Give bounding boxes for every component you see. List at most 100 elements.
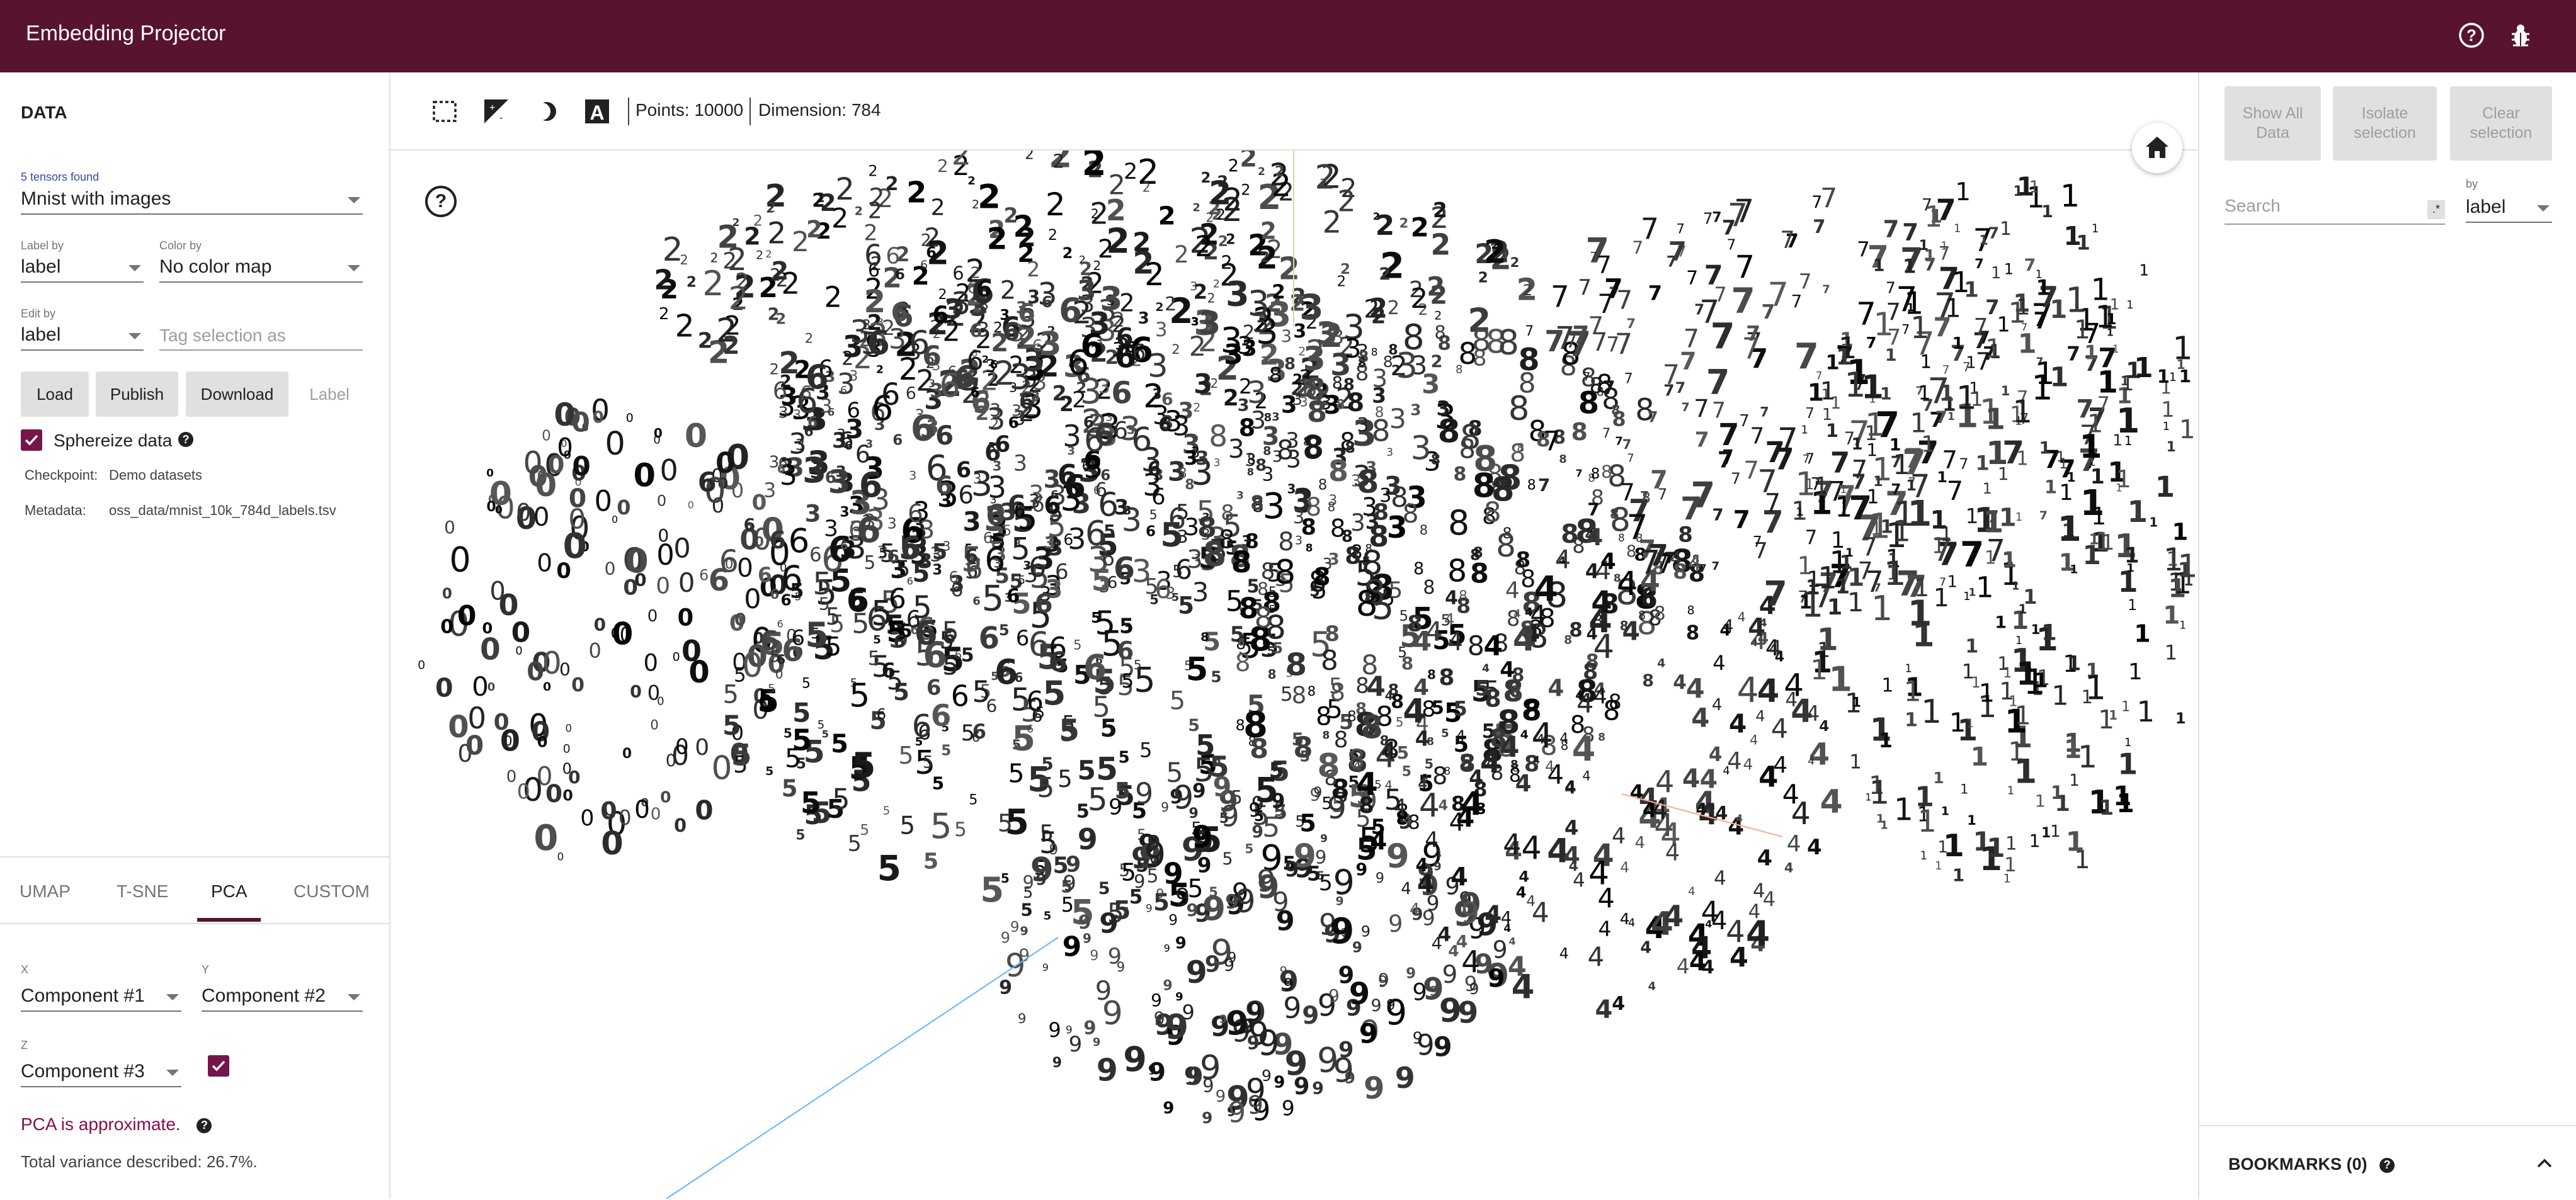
digit-point[interactable]: 1 (1873, 256, 1885, 276)
digit-point[interactable]: 7 (1706, 363, 1730, 402)
bug-report-icon[interactable] (2504, 19, 2537, 52)
brightness-icon[interactable] (533, 98, 561, 125)
digit-point[interactable]: 4 (1548, 674, 1564, 701)
digit-point[interactable]: 4 (1582, 769, 1590, 784)
digit-point[interactable]: 5 (998, 809, 1013, 837)
digit-point[interactable]: 4 (1456, 727, 1466, 746)
help-icon[interactable]: ? (178, 432, 193, 447)
digit-point[interactable]: 5 (1280, 683, 1293, 706)
digit-point[interactable]: 0 (674, 815, 687, 836)
digit-point[interactable]: 3 (1263, 486, 1285, 527)
digit-point[interactable]: 8 (1305, 373, 1326, 407)
digit-point[interactable]: 3 (1389, 404, 1406, 435)
digit-point[interactable]: 5 (980, 870, 1004, 910)
digit-point[interactable]: 7 (1543, 426, 1560, 457)
digit-point[interactable]: 2 (1201, 170, 1211, 186)
digit-point[interactable]: 1 (1845, 546, 1854, 560)
digit-point[interactable]: 9 (1386, 837, 1410, 876)
show-all-data-button[interactable]: Show All Data (2225, 86, 2321, 161)
digit-point[interactable]: 6 (1018, 299, 1035, 328)
digit-point[interactable]: 7 (1733, 506, 1750, 534)
digit-point[interactable]: 5 (1178, 592, 1194, 619)
digit-point[interactable]: 3 (1138, 309, 1149, 328)
digit-point[interactable]: 9 (1164, 942, 1170, 954)
digit-point[interactable]: 9 (1161, 800, 1169, 815)
digit-point[interactable]: 0 (594, 614, 606, 635)
digit-point[interactable]: 6 (935, 420, 954, 451)
digit-point[interactable]: 0 (563, 526, 587, 566)
digit-point[interactable]: 1 (1941, 240, 1947, 253)
digit-point[interactable]: 2 (1379, 264, 1391, 284)
digit-point[interactable]: 7 (1680, 490, 1702, 527)
digit-point[interactable]: 0 (489, 577, 505, 606)
digit-point[interactable]: 8 (1611, 402, 1621, 417)
digit-point[interactable]: 0 (523, 445, 543, 481)
digit-point[interactable]: 7 (1624, 371, 1633, 387)
digit-point[interactable]: 4 (1738, 609, 1746, 625)
digit-point[interactable]: 2 (1171, 342, 1180, 357)
digit-point[interactable]: 4 (1444, 611, 1455, 630)
digit-point[interactable]: 3 (1199, 305, 1221, 342)
digit-point[interactable]: 8 (1601, 461, 1612, 482)
digit-point[interactable]: 2 (663, 231, 683, 269)
digit-point[interactable]: 0 (623, 575, 638, 601)
digit-point[interactable]: 7 (1764, 574, 1787, 613)
digit-point[interactable]: 2 (1226, 232, 1235, 247)
digit-point[interactable]: 1 (1941, 804, 1949, 818)
digit-point[interactable]: 9 (1163, 978, 1172, 994)
digit-point[interactable]: 1 (1935, 859, 1942, 873)
digit-point[interactable]: 7 (1805, 526, 1818, 549)
digit-point[interactable]: 5 (1095, 604, 1115, 642)
digit-point[interactable]: 1 (2016, 448, 2029, 470)
digit-point[interactable]: 1 (2016, 295, 2030, 320)
digit-point[interactable]: 6 (840, 384, 847, 397)
digit-point[interactable]: 1 (1995, 613, 2007, 633)
digit-point[interactable]: 1 (1818, 561, 1837, 596)
digit-point[interactable]: 5 (923, 753, 933, 773)
digit-point[interactable]: 0 (681, 634, 702, 668)
digit-point[interactable]: 1 (1960, 781, 1968, 796)
digit-point[interactable]: 5 (1059, 713, 1080, 748)
digit-point[interactable]: 8 (1356, 583, 1378, 623)
digit-point[interactable]: 4 (1447, 628, 1463, 657)
digit-point[interactable]: 1 (1852, 435, 1863, 454)
digit-point[interactable]: 6 (1064, 468, 1086, 505)
digit-point[interactable]: 4 (1748, 614, 1765, 643)
digit-point[interactable]: 3 (1331, 326, 1344, 349)
digit-point[interactable]: 1 (1844, 365, 1866, 405)
digit-point[interactable]: 1 (2112, 431, 2123, 449)
digit-point[interactable]: 2 (1046, 186, 1066, 223)
digit-point[interactable]: 1 (2085, 669, 2106, 707)
digit-point[interactable]: 2 (1216, 206, 1226, 224)
digit-point[interactable]: 9 (1258, 1023, 1280, 1063)
digit-point[interactable]: 9 (1168, 912, 1178, 929)
digit-point[interactable]: 6 (1146, 524, 1156, 540)
digit-point[interactable]: 0 (650, 718, 658, 733)
digit-point[interactable]: 1 (1954, 222, 1961, 235)
digit-point[interactable]: 1 (2044, 476, 2057, 497)
digit-point[interactable]: 1 (1964, 278, 1979, 303)
digit-point[interactable]: 2 (1018, 222, 1036, 252)
digit-point[interactable]: 1 (2029, 178, 2040, 197)
digit-point[interactable]: 6 (895, 266, 905, 283)
digit-point[interactable]: 1 (2079, 428, 2102, 466)
digit-point[interactable]: 6 (791, 626, 805, 651)
digit-point[interactable]: 0 (634, 796, 650, 824)
digit-point[interactable]: 6 (1093, 484, 1101, 497)
digit-point[interactable]: 0 (559, 659, 571, 679)
digit-point[interactable]: 1 (1799, 591, 1812, 613)
digit-point[interactable]: 5 (1011, 531, 1030, 567)
digit-point[interactable]: 2 (1158, 201, 1176, 230)
digit-point[interactable]: 6 (984, 541, 1005, 579)
digit-point[interactable]: 1 (1999, 677, 2014, 705)
digit-point[interactable]: 1 (2128, 659, 2143, 685)
digit-point[interactable]: 6 (986, 696, 998, 716)
digit-point[interactable]: 0 (695, 735, 709, 761)
digit-point[interactable]: 6 (1019, 389, 1034, 414)
digit-point[interactable]: 9 (1165, 1007, 1189, 1046)
digit-point[interactable]: 1 (1893, 449, 1910, 481)
digit-point[interactable]: 1 (1871, 589, 1893, 628)
digit-point[interactable]: 9 (1359, 1019, 1378, 1050)
label-button[interactable]: Label (296, 371, 363, 417)
digit-point[interactable]: 2 (1052, 151, 1064, 173)
